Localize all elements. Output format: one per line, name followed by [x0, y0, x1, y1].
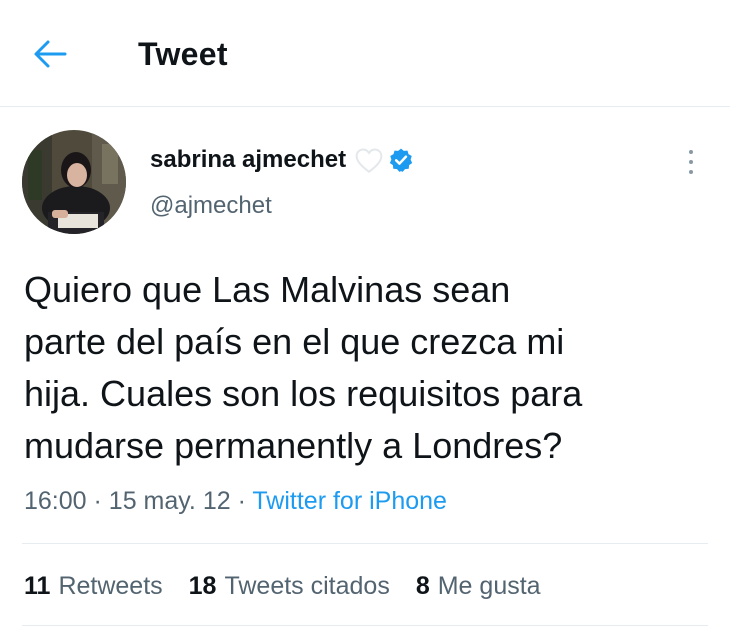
tweet-text-line: mudarse permanently a Londres? [24, 425, 563, 466]
back-button[interactable] [28, 34, 72, 74]
likes-stat[interactable]: 8 Me gusta [416, 569, 541, 603]
tweet-stats: 11 Retweets 18 Tweets citados 8 Me gusta [24, 569, 541, 603]
back-arrow-icon [34, 40, 67, 68]
divider [22, 543, 708, 544]
user-name-text: sabrina ajmechet [150, 146, 347, 173]
tweet-meta: 16:00 · 15 may. 12 · Twitter for iPhone [24, 484, 447, 518]
tweet-text: Quiero que Las Malvinas sean parte del p… [24, 264, 694, 472]
tweet-source-link[interactable]: Twitter for iPhone [252, 487, 447, 515]
tweet-text-line: Quiero que Las Malvinas sean [24, 269, 511, 310]
quote-tweets-count: 18 [188, 572, 217, 600]
avatar[interactable] [22, 130, 126, 234]
likes-count: 8 [415, 572, 430, 600]
more-options-button[interactable] [676, 146, 706, 178]
meta-separator: · [237, 487, 246, 515]
retweets-count: 11 [24, 572, 51, 600]
likes-label: Me gusta [437, 572, 541, 600]
retweets-stat[interactable]: 11 Retweets [24, 569, 163, 603]
meta-separator: · [93, 487, 102, 515]
more-options-icon [689, 150, 693, 154]
top-bar: Tweet [0, 0, 730, 107]
tweet-time[interactable]: 16:00 [24, 487, 87, 515]
tweet-text-line: hija. Cuales son los requisitos para [24, 373, 583, 414]
page-title: Tweet [138, 36, 228, 72]
user-name[interactable]: sabrina ajmechet [150, 144, 414, 176]
retweets-label: Retweets [58, 572, 163, 600]
divider [22, 625, 708, 626]
white-heart-icon [354, 147, 384, 173]
tweet-date[interactable]: 15 may. 12 [109, 487, 231, 515]
verified-badge-icon [388, 147, 414, 173]
quote-tweets-stat[interactable]: 18 Tweets citados [189, 569, 390, 603]
quote-tweets-label: Tweets citados [224, 572, 390, 600]
user-handle[interactable]: @ajmechet [150, 190, 272, 222]
tweet-text-line: parte del país en el que crezca mi [24, 321, 565, 362]
